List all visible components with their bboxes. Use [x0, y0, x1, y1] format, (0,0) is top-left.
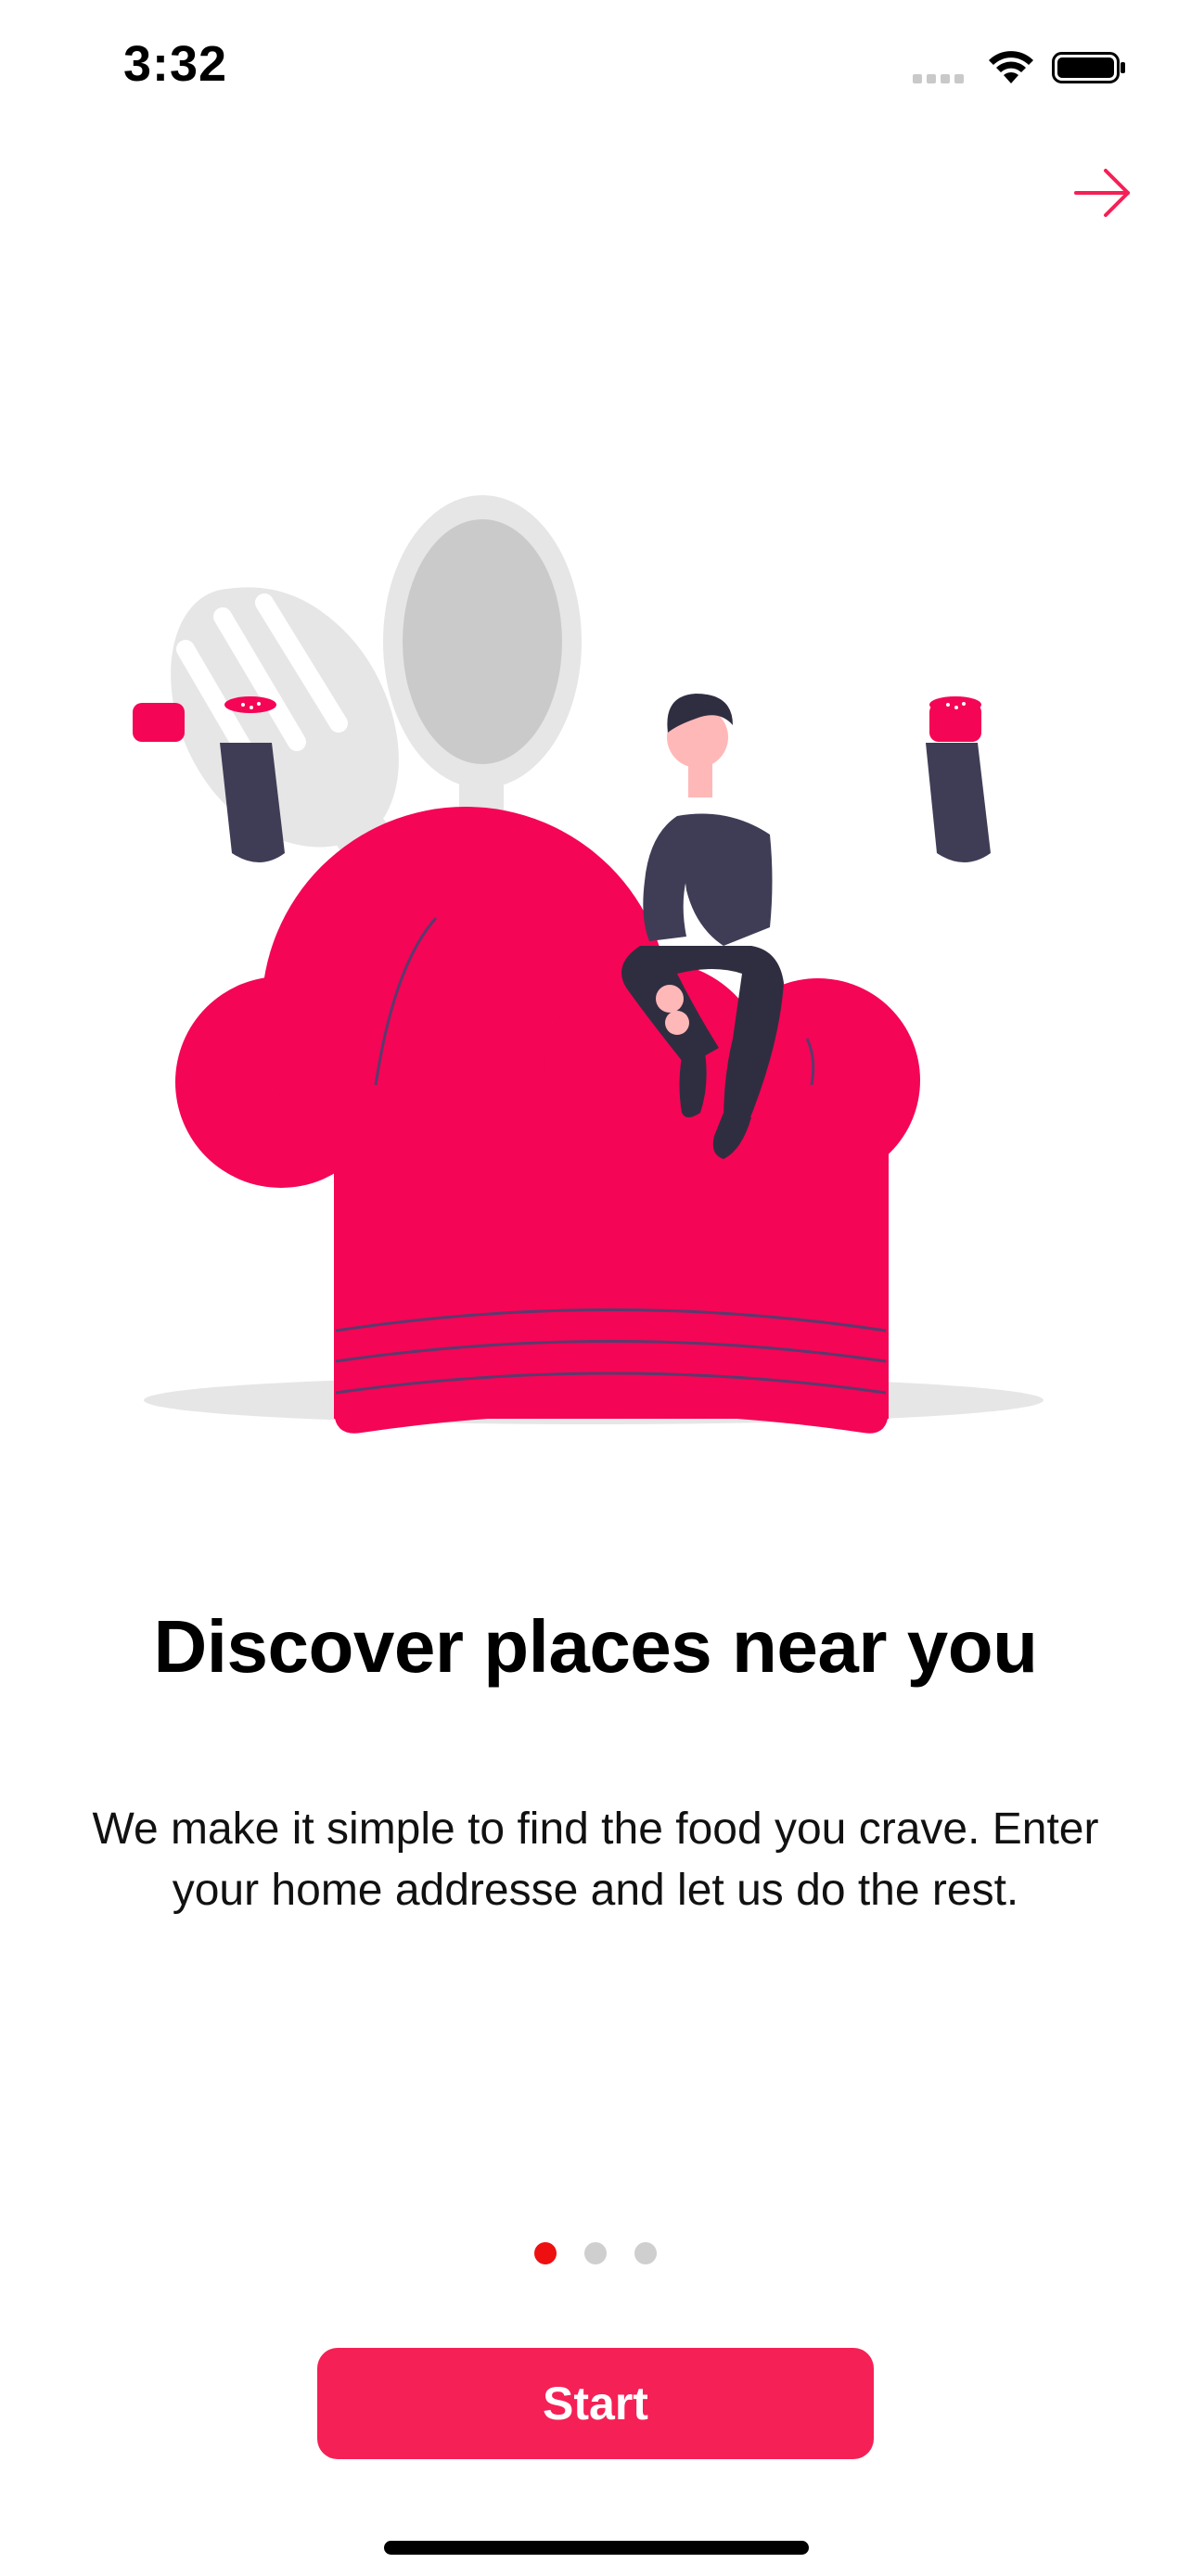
status-bar: 3:32: [0, 0, 1191, 139]
page-indicator: [0, 2242, 1191, 2264]
skip-button[interactable]: [1069, 163, 1139, 223]
page-dot-1[interactable]: [534, 2242, 557, 2264]
start-button[interactable]: Start: [317, 2348, 874, 2459]
cellular-signal-icon: [913, 74, 964, 83]
status-icons: [913, 51, 1125, 83]
onboarding-description: We make it simple to find the food you c…: [92, 1804, 1099, 1915]
arrow-right-icon: [1074, 169, 1130, 217]
onboarding-title: Discover places near you: [153, 1605, 1038, 1688]
wifi-icon: [989, 51, 1033, 83]
home-indicator[interactable]: [384, 2541, 809, 2555]
page-dot-2[interactable]: [584, 2242, 607, 2264]
page-dot-3[interactable]: [634, 2242, 657, 2264]
status-time: 3:32: [123, 36, 228, 92]
onboarding-illustration: [133, 495, 1044, 1434]
pepper-shaker-icon: [926, 696, 991, 862]
battery-icon: [1052, 52, 1125, 83]
chef-hat: [175, 807, 920, 1434]
